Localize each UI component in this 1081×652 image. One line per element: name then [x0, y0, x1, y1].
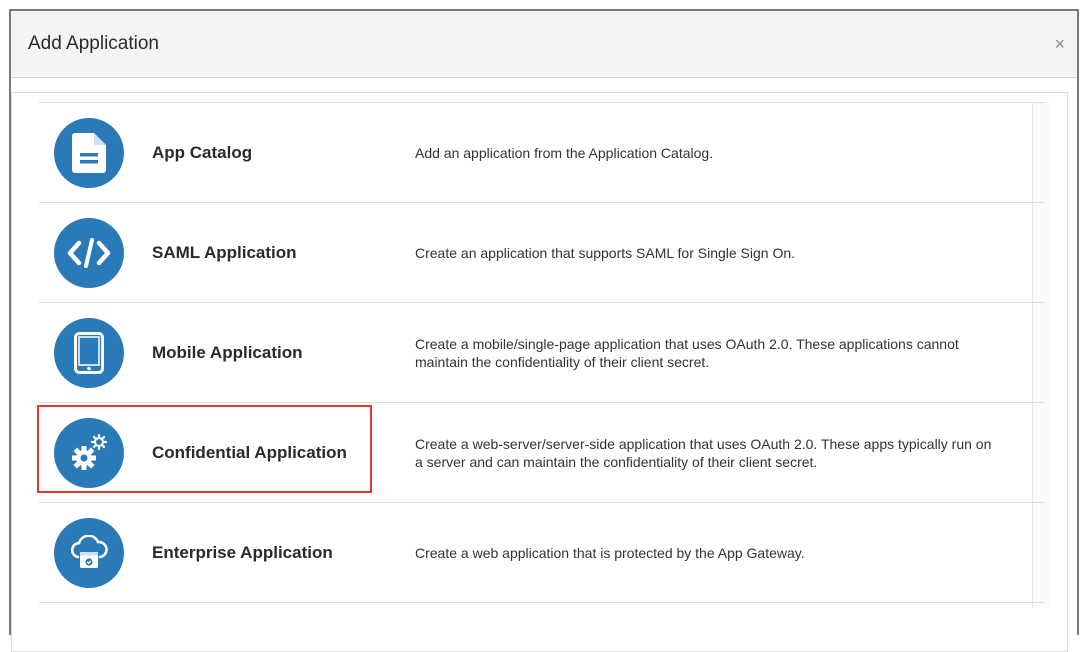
cloud-app-icon: [54, 518, 124, 588]
document-icon: [54, 118, 124, 188]
dialog-body: App Catalog Add an application from the …: [11, 77, 1077, 652]
mobile-icon: [54, 318, 124, 388]
item-name: SAML Application: [152, 242, 297, 262]
application-type-list: App Catalog Add an application from the …: [37, 102, 1045, 603]
item-name: Enterprise Application: [152, 542, 333, 562]
item-description: Add an application from the Application …: [415, 144, 714, 161]
item-name: Mobile Application: [152, 342, 303, 362]
item-name: Confidential Application: [152, 442, 347, 462]
list-item-enterprise-application[interactable]: Enterprise Application Create a web appl…: [39, 502, 1045, 603]
code-icon: [54, 218, 124, 288]
item-description: Create a web-server/server-side applicat…: [415, 435, 992, 470]
list-item-confidential-application[interactable]: Confidential Application Create a web-se…: [37, 402, 1045, 502]
dialog-header: Add Application ×: [11, 11, 1077, 78]
add-application-dialog: Add Application × App Catalog Add an app…: [9, 9, 1079, 652]
item-description: Create an application that supports SAML…: [415, 244, 796, 261]
item-name: App Catalog: [152, 142, 253, 162]
gears-icon: [54, 418, 124, 488]
item-description: Create a web application that is protect…: [415, 544, 805, 561]
list-item-mobile-application[interactable]: Mobile Application Create a mobile/singl…: [39, 302, 1045, 402]
close-button[interactable]: ×: [1054, 35, 1065, 53]
list-item-saml-application[interactable]: SAML Application Create an application t…: [39, 202, 1045, 302]
list-item-app-catalog[interactable]: App Catalog Add an application from the …: [39, 102, 1045, 202]
item-description: Create a mobile/single-page application …: [415, 335, 959, 370]
dialog-title: Add Application: [28, 33, 159, 54]
